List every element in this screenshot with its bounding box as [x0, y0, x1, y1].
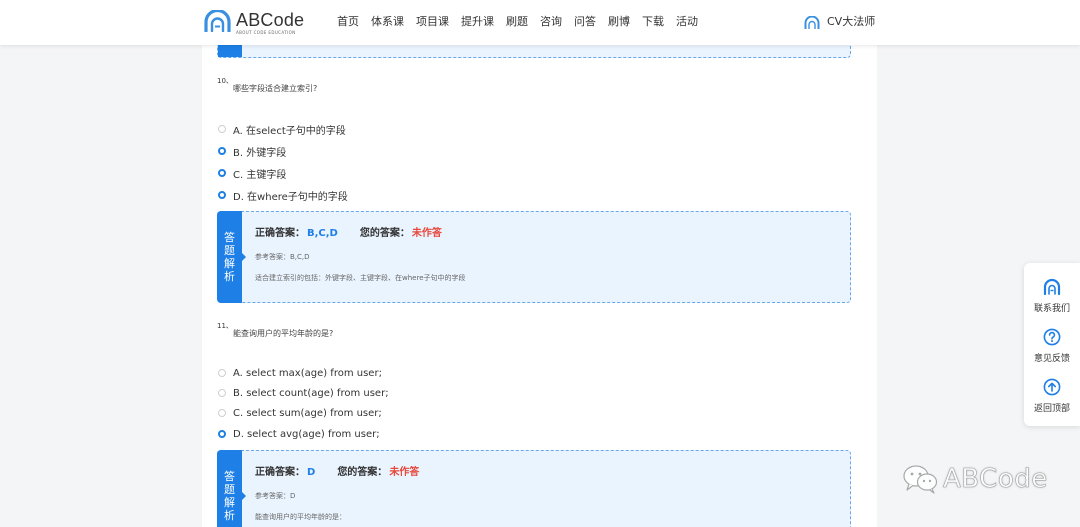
correct-answer-value: B,C,D — [307, 228, 338, 239]
option-a[interactable]: A. 在select子句中的字段 — [218, 122, 346, 137]
option-label: B. 外键字段 — [233, 147, 287, 159]
user-menu[interactable]: CV大法师 — [804, 14, 875, 30]
nav-qa[interactable]: 问答 — [574, 14, 596, 30]
side-char: 解 — [224, 496, 235, 509]
contact-us-button[interactable]: 联系我们 — [1024, 278, 1080, 314]
nav-project-courses[interactable]: 项目课 — [416, 14, 449, 30]
nav-consult[interactable]: 咨询 — [540, 14, 562, 30]
top-header: ABCode ABOUT CODE EDUCATION 首页 体系课 项目课 提… — [0, 0, 1080, 45]
option-b[interactable]: B. select count(age) from user; — [218, 386, 389, 400]
option-label: C. select sum(age) from user; — [233, 407, 382, 419]
option-label: B. select count(age) from user; — [233, 387, 389, 399]
logo-title: ABCode — [236, 10, 305, 30]
answer-explanation: 能查询用户的平均年龄的是： — [255, 513, 346, 521]
radio-unchecked-icon[interactable] — [218, 125, 226, 133]
main-nav: 首页 体系课 项目课 提升课 刷题 咨询 问答 刷博 下载 活动 — [337, 14, 710, 30]
nav-activity[interactable]: 活动 — [676, 14, 698, 30]
exam-content-card: 10、 哪些字段适合建立索引? A. 在select子句中的字段 B. 外键字段… — [202, 0, 877, 527]
side-char: 题 — [224, 244, 235, 257]
nav-practice[interactable]: 刷题 — [506, 14, 528, 30]
abcode-logo-icon — [1043, 278, 1061, 296]
option-d[interactable]: D. select avg(age) from user; — [218, 427, 380, 441]
answer-explanation: 适合建立索引的包括：外键字段、主键字段、在where子句中的字段 — [255, 274, 466, 282]
side-char: 答 — [224, 470, 235, 483]
question-number: 10、 — [217, 77, 233, 85]
radio-unchecked-icon[interactable] — [218, 369, 226, 377]
radio-unchecked-icon[interactable] — [218, 389, 226, 397]
answer-analysis-box: 答 题 解 析 正确答案： D 您的答案： 未作答 参考答案：D 能查询用户的平… — [217, 450, 851, 527]
side-char: 析 — [224, 270, 235, 283]
correct-answer-label: 正确答案： — [255, 228, 305, 239]
option-label: A. 在select子句中的字段 — [233, 125, 346, 137]
answer-summary: 正确答案： D 您的答案： 未作答 — [255, 463, 419, 478]
correct-answer-value: D — [307, 467, 316, 478]
option-label: C. 主键字段 — [233, 169, 287, 181]
contact-us-label: 联系我们 — [1033, 304, 1070, 314]
side-char: 解 — [224, 257, 235, 270]
side-char: 题 — [224, 483, 235, 496]
watermark-text: ABCode — [943, 464, 1048, 495]
side-char: 析 — [224, 509, 235, 522]
radio-checked-icon[interactable] — [218, 147, 226, 155]
radio-unchecked-icon[interactable] — [218, 409, 226, 417]
option-a[interactable]: A. select max(age) from user; — [218, 366, 382, 380]
feedback-label: 意见反馈 — [1033, 354, 1070, 364]
answer-analysis-box: 答 题 解 析 正确答案： B,C,D 您的答案： 未作答 参考答案：B,C,D… — [217, 211, 851, 303]
analysis-side-label: 答 题 解 析 — [217, 450, 246, 527]
option-b[interactable]: B. 外键字段 — [218, 144, 287, 159]
side-char: 答 — [224, 231, 235, 244]
question-number: 11、 — [217, 322, 233, 330]
radio-checked-icon[interactable] — [218, 169, 226, 177]
question-text: 能查询用户的平均年龄的是? — [233, 329, 334, 338]
your-answer-value: 未作答 — [389, 467, 420, 478]
nav-download[interactable]: 下载 — [642, 14, 664, 30]
logo-subtitle: ABOUT CODE EDUCATION — [236, 30, 296, 35]
abcode-logo[interactable]: ABCode ABOUT CODE EDUCATION — [203, 10, 304, 36]
feedback-button[interactable]: 意见反馈 — [1024, 328, 1080, 364]
nav-advanced-courses[interactable]: 提升课 — [461, 14, 494, 30]
back-to-top-button[interactable]: 返回顶部 — [1024, 378, 1080, 414]
question-circle-icon — [1043, 328, 1061, 346]
nav-home[interactable]: 首页 — [337, 14, 359, 30]
side-notch — [242, 253, 246, 261]
nav-blog[interactable]: 刷博 — [608, 14, 630, 30]
back-to-top-label: 返回顶部 — [1033, 404, 1070, 414]
reference-answer: 参考答案：B,C,D — [255, 253, 310, 261]
wechat-icon — [903, 465, 938, 494]
floating-toolbar: 联系我们 意见反馈 返回顶部 — [1024, 263, 1080, 426]
option-label: A. select max(age) from user; — [233, 367, 382, 379]
question-text: 哪些字段适合建立索引? — [233, 84, 318, 93]
arrow-up-circle-icon — [1043, 378, 1061, 396]
option-label: D. 在where子句中的字段 — [233, 191, 348, 203]
radio-checked-icon[interactable] — [218, 430, 226, 438]
your-answer-label: 您的答案： — [337, 467, 388, 478]
wechat-watermark: ABCode — [901, 463, 1048, 495]
correct-answer-label: 正确答案： — [255, 467, 305, 478]
reference-answer: 参考答案：D — [255, 492, 296, 500]
user-name: CV大法师 — [827, 15, 876, 28]
option-label: D. select avg(age) from user; — [233, 428, 380, 440]
option-c[interactable]: C. select sum(age) from user; — [218, 406, 382, 420]
radio-checked-icon[interactable] — [218, 191, 226, 199]
your-answer-value: 未作答 — [411, 228, 442, 239]
answer-summary: 正确答案： B,C,D 您的答案： 未作答 — [255, 224, 442, 239]
analysis-side-label: 答 题 解 析 — [217, 211, 246, 303]
option-c[interactable]: C. 主键字段 — [218, 166, 287, 181]
side-notch — [242, 492, 246, 500]
abcode-logo-icon — [204, 10, 231, 32]
user-avatar-icon — [804, 15, 820, 29]
nav-system-courses[interactable]: 体系课 — [371, 14, 404, 30]
option-d[interactable]: D. 在where子句中的字段 — [218, 188, 348, 203]
your-answer-label: 您的答案： — [359, 228, 410, 239]
